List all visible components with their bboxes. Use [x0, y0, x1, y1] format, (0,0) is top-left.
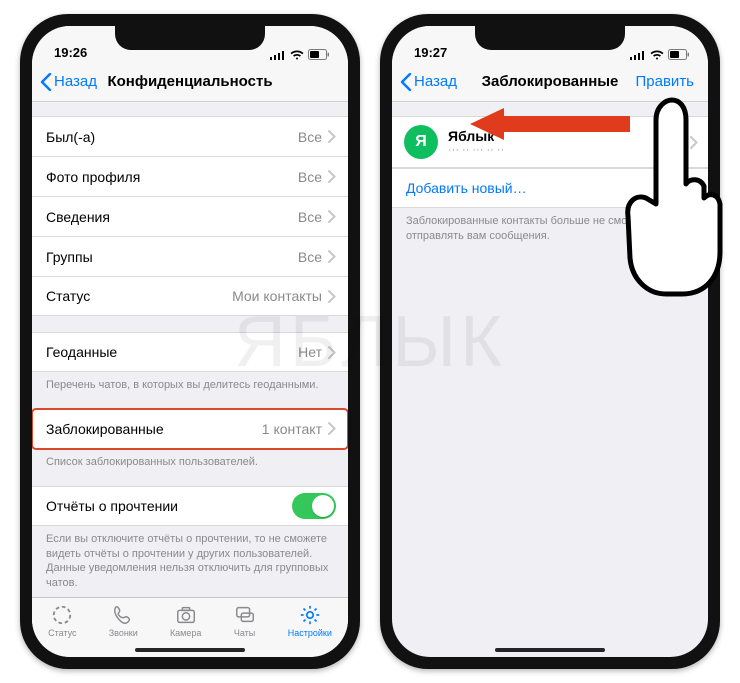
- tab-chats[interactable]: Чаты: [234, 604, 256, 638]
- row-value: 1 контакт: [262, 421, 322, 437]
- chevron-left-icon: [40, 73, 52, 91]
- blocked-footer: Список заблокированных пользователей.: [32, 449, 348, 470]
- geo-footer: Перечень чатов, в которых вы делитесь ге…: [32, 372, 348, 393]
- row-value: Все: [298, 129, 322, 145]
- page-title: Конфиденциальность: [107, 73, 272, 90]
- row-value: Все: [298, 169, 322, 185]
- nav-bar: Назад Конфиденциальность: [32, 62, 348, 102]
- privacy-group-geo: Геоданные Нет: [32, 332, 348, 372]
- chevron-right-icon: [328, 250, 336, 263]
- wifi-icon: [290, 50, 304, 60]
- back-label: Назад: [54, 73, 97, 90]
- row-blocked[interactable]: Заблокированные 1 контакт: [32, 409, 348, 449]
- tab-settings[interactable]: Настройки: [288, 604, 332, 638]
- chevron-right-icon: [328, 210, 336, 223]
- page-title: Заблокированные: [482, 73, 619, 90]
- row-label: Фото профиля: [46, 169, 140, 185]
- tab-label: Статус: [48, 628, 76, 638]
- row-label: Группы: [46, 249, 93, 265]
- chevron-right-icon: [328, 130, 336, 143]
- chevron-right-icon: [328, 346, 336, 359]
- chats-icon: [234, 604, 256, 626]
- add-new-button[interactable]: Добавить новый…: [392, 168, 708, 208]
- add-new-label: Добавить новый…: [406, 180, 527, 196]
- row-label: Отчёты о прочтении: [46, 498, 178, 514]
- status-time: 19:26: [54, 45, 87, 60]
- row-status[interactable]: Статус Мои контакты: [32, 276, 348, 316]
- row-profile-photo[interactable]: Фото профиля Все: [32, 156, 348, 196]
- row-value: Все: [298, 209, 322, 225]
- status-indicators: [270, 49, 330, 60]
- contact-subtitle: ··· ·· ··· ·· ··: [448, 144, 504, 156]
- blocked-info-footer: Заблокированные контакты больше не смогу…: [392, 208, 708, 244]
- read-receipts-footer: Если вы отключите отчёты о прочтении, то…: [32, 526, 348, 591]
- privacy-group-visibility: Был(-а) Все Фото профиля Все: [32, 116, 348, 316]
- notch: [115, 26, 265, 50]
- contact-name: Яблык: [448, 128, 504, 144]
- screen-left: 19:26 Назад Конфиденциальность: [32, 26, 348, 657]
- content-area: Был(-а) Все Фото профиля Все: [32, 102, 348, 657]
- avatar: Я: [404, 125, 438, 159]
- blocked-contact-row[interactable]: Я Яблык ··· ·· ··· ·· ··: [392, 116, 708, 168]
- contact-text: Яблык ··· ·· ··· ·· ··: [448, 128, 504, 156]
- nav-bar: Назад Заблокированные Править: [392, 62, 708, 102]
- row-value: Нет: [298, 344, 322, 360]
- chevron-right-icon: [328, 290, 336, 303]
- row-label: Геоданные: [46, 344, 117, 360]
- read-receipts-toggle[interactable]: [292, 493, 336, 519]
- chevron-right-icon: [328, 170, 336, 183]
- chevron-left-icon: [400, 73, 412, 91]
- status-time: 19:27: [414, 45, 447, 60]
- signal-icon: [270, 50, 286, 60]
- row-value: Мои контакты: [232, 288, 322, 304]
- tab-calls[interactable]: Звонки: [109, 604, 138, 638]
- row-about[interactable]: Сведения Все: [32, 196, 348, 236]
- back-button[interactable]: Назад: [40, 73, 97, 91]
- row-label: Был(-а): [46, 129, 95, 145]
- home-indicator: [135, 648, 245, 652]
- privacy-group-blocked: Заблокированные 1 контакт: [32, 409, 348, 449]
- battery-icon: [668, 49, 690, 60]
- tab-camera[interactable]: Камера: [170, 604, 201, 638]
- wifi-icon: [650, 50, 664, 60]
- row-label: Статус: [46, 288, 90, 304]
- gear-icon: [299, 604, 321, 626]
- tab-label: Настройки: [288, 628, 332, 638]
- row-groups[interactable]: Группы Все: [32, 236, 348, 276]
- status-icon: [51, 604, 73, 626]
- blocked-list-group: Я Яблык ··· ·· ··· ·· ·· Добавить новый…: [392, 116, 708, 208]
- row-last-seen[interactable]: Был(-а) Все: [32, 116, 348, 156]
- camera-icon: [175, 604, 197, 626]
- phone-frame-left: 19:26 Назад Конфиденциальность: [20, 14, 360, 669]
- signal-icon: [630, 50, 646, 60]
- tab-label: Камера: [170, 628, 201, 638]
- chevron-right-icon: [328, 422, 336, 435]
- row-read-receipts: Отчёты о прочтении: [32, 486, 348, 526]
- screen-right: 19:27 Назад Заблокированные Править: [392, 26, 708, 657]
- row-label: Сведения: [46, 209, 110, 225]
- tab-label: Чаты: [234, 628, 255, 638]
- privacy-group-read-receipts: Отчёты о прочтении: [32, 486, 348, 526]
- chevron-right-icon: [690, 136, 698, 149]
- tab-label: Звонки: [109, 628, 138, 638]
- battery-icon: [308, 49, 330, 60]
- notch: [475, 26, 625, 50]
- status-indicators: [630, 49, 690, 60]
- phone-frame-right: 19:27 Назад Заблокированные Править: [380, 14, 720, 669]
- row-label: Заблокированные: [46, 421, 164, 437]
- row-geo[interactable]: Геоданные Нет: [32, 332, 348, 372]
- phone-icon: [112, 604, 134, 626]
- tab-status[interactable]: Статус: [48, 604, 76, 638]
- row-value: Все: [298, 249, 322, 265]
- back-label: Назад: [414, 73, 457, 90]
- edit-button[interactable]: Править: [636, 73, 701, 90]
- content-area: Я Яблык ··· ·· ··· ·· ·· Добавить новый……: [392, 102, 708, 244]
- back-button[interactable]: Назад: [400, 73, 457, 91]
- home-indicator: [495, 648, 605, 652]
